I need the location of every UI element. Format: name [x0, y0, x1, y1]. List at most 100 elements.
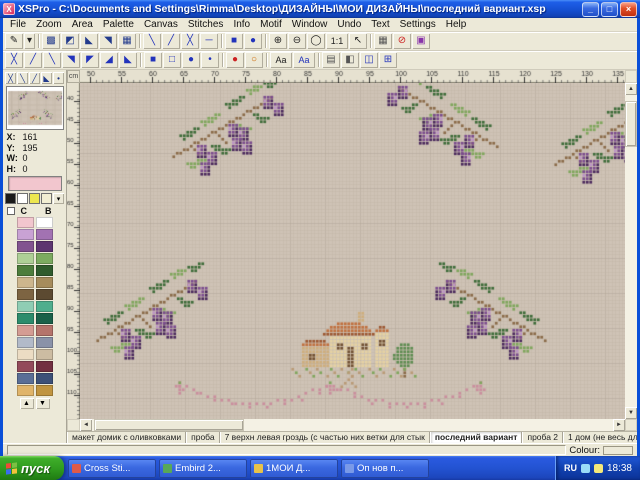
quarter-stitch-tool[interactable]: ◣ — [80, 33, 98, 49]
palette-swatch-c-14[interactable] — [17, 385, 34, 396]
mini-quarter-button[interactable]: ◣ — [41, 72, 52, 84]
full-stitch-tool[interactable]: ▩ — [42, 33, 60, 49]
scroll-up-button[interactable]: ▲ — [625, 83, 637, 95]
palette-swatch-c-10[interactable] — [17, 337, 34, 348]
small-knot-button[interactable]: • — [201, 52, 219, 68]
menu-help[interactable]: Help — [441, 19, 472, 30]
palette-scroll-up-button[interactable]: ▲ — [20, 398, 34, 409]
horizontal-scroll-track[interactable] — [92, 419, 613, 431]
large-knot-button[interactable]: ● — [182, 52, 200, 68]
palette-swatch-b-4[interactable] — [36, 265, 53, 276]
pencil-dropdown[interactable]: ▾ — [24, 33, 35, 49]
palette-swatch-c-3[interactable] — [17, 253, 34, 264]
task-button-3[interactable]: Оп нов п... — [341, 459, 429, 478]
horizontal-scroll-thumb[interactable] — [94, 419, 244, 431]
language-indicator[interactable]: RU — [564, 463, 577, 473]
palette-checkbox[interactable] — [7, 207, 15, 215]
red-knot-button[interactable]: ● — [226, 52, 244, 68]
palette-swatch-b-7[interactable] — [36, 301, 53, 312]
palette-swatch-b-14[interactable] — [36, 385, 53, 396]
palette-swatch-b-5[interactable] — [36, 277, 53, 288]
palette-swatch-b-8[interactable] — [36, 313, 53, 324]
motif-library-button[interactable]: ▣ — [412, 33, 430, 49]
mini-knot-button[interactable]: • — [53, 72, 64, 84]
half-stitch-tool[interactable]: ◩ — [61, 33, 79, 49]
zoom-in-button[interactable]: ⊕ — [269, 33, 287, 49]
palette-swatch-c-13[interactable] — [17, 373, 34, 384]
quick-swatch-2[interactable] — [29, 193, 40, 204]
menu-palette[interactable]: Palette — [98, 19, 139, 30]
three-quarter-stitch-tool[interactable]: ◥ — [99, 33, 117, 49]
backstitch-ne-tool[interactable]: ╱ — [162, 33, 180, 49]
orange-circle-button[interactable]: ○ — [245, 52, 263, 68]
vertical-scroll-track[interactable] — [625, 95, 637, 407]
backstitch-nw-tool[interactable]: ╲ — [143, 33, 161, 49]
palette-swatch-b-11[interactable] — [36, 349, 53, 360]
quarter-sw-button[interactable]: ◣ — [119, 52, 137, 68]
tab-3[interactable]: последний вариант — [430, 432, 523, 443]
palette-swatch-b-10[interactable] — [36, 337, 53, 348]
palette-swatch-c-7[interactable] — [17, 301, 34, 312]
quick-swatch-1[interactable] — [17, 193, 28, 204]
palette-swatch-b-12[interactable] — [36, 361, 53, 372]
task-button-1[interactable]: Embird 2... — [159, 459, 247, 478]
quarter-nw-button[interactable]: ◤ — [81, 52, 99, 68]
vertical-scroll-thumb[interactable] — [625, 101, 637, 147]
titlebar[interactable]: X XSPro - C:\Documents and Settings\Rimm… — [0, 0, 640, 18]
palette-swatch-b-9[interactable] — [36, 325, 53, 336]
menu-settings[interactable]: Settings — [395, 19, 441, 30]
palette-swatch-c-11[interactable] — [17, 349, 34, 360]
straight-stitch-tool[interactable]: ─ — [200, 33, 218, 49]
tab-2[interactable]: 7 верхн левая гроздь (с частью них ветки… — [220, 432, 430, 443]
zoom-out-button[interactable]: ⊖ — [288, 33, 306, 49]
menu-window[interactable]: Window — [287, 19, 333, 30]
tray-icon-1[interactable] — [581, 464, 590, 473]
task-button-0[interactable]: Cross Sti... — [68, 459, 156, 478]
text-style-button[interactable]: Aa — [293, 52, 315, 68]
tab-1[interactable]: проба — [186, 432, 219, 443]
solid-block-tool[interactable]: ■ — [225, 33, 243, 49]
palette-editor-button[interactable]: ▤ — [322, 52, 340, 68]
close-button[interactable]: × — [620, 2, 637, 17]
mini-cross-button[interactable]: ╳ — [5, 72, 16, 84]
menu-info[interactable]: Info — [228, 19, 255, 30]
tab-0[interactable]: макет домик с оливковками — [67, 432, 186, 443]
delete-tool[interactable]: ⊘ — [393, 33, 411, 49]
text-tool[interactable]: Aa — [270, 52, 292, 68]
export-stitch-button[interactable]: ◫ — [360, 52, 378, 68]
menu-area[interactable]: Area — [67, 19, 98, 30]
palette-swatch-c-5[interactable] — [17, 277, 34, 288]
menu-file[interactable]: File — [5, 19, 31, 30]
mini-backstitch-ne-button[interactable]: ╱ — [29, 72, 40, 84]
maximize-button[interactable]: □ — [601, 2, 618, 17]
start-button[interactable]: пуск — [0, 456, 64, 480]
quick-swatch-dropdown[interactable]: ▾ — [53, 193, 64, 204]
tray-icon-2[interactable] — [594, 464, 603, 473]
menu-motif[interactable]: Motif — [255, 19, 287, 30]
color-picker-button[interactable]: ◧ — [341, 52, 359, 68]
palette-swatch-c-12[interactable] — [17, 361, 34, 372]
scroll-left-button[interactable]: ◄ — [80, 419, 92, 431]
tab-5[interactable]: 1 дом (не весь для стыковки) — [563, 432, 637, 443]
grid-toggle-button[interactable]: ▦ — [374, 33, 392, 49]
menu-text[interactable]: Text — [366, 19, 394, 30]
design-canvas[interactable] — [80, 83, 625, 419]
outline-square-button[interactable]: □ — [163, 52, 181, 68]
pencil-tool[interactable]: ✎ — [5, 33, 23, 49]
minimize-button[interactable]: _ — [582, 2, 599, 17]
quarter-ne-button[interactable]: ◥ — [62, 52, 80, 68]
half-bottom-stitch-button[interactable]: ╲ — [43, 52, 61, 68]
menu-stitches[interactable]: Stitches — [183, 19, 229, 30]
tab-4[interactable]: проба 2 — [522, 432, 563, 443]
palette-swatch-c-0[interactable] — [17, 217, 34, 228]
horizontal-scrollbar[interactable]: ◄ ► — [80, 419, 625, 431]
palette-swatch-b-1[interactable] — [36, 229, 53, 240]
palette-scroll-down-button[interactable]: ▼ — [36, 398, 50, 409]
palette-swatch-c-4[interactable] — [17, 265, 34, 276]
french-knot-tool[interactable]: ● — [244, 33, 262, 49]
scroll-right-button[interactable]: ► — [613, 419, 625, 431]
import-stitch-button[interactable]: ⊞ — [379, 52, 397, 68]
menu-canvas[interactable]: Canvas — [139, 19, 183, 30]
cross-stitch-button[interactable]: ╳ — [5, 52, 23, 68]
palette-swatch-c-1[interactable] — [17, 229, 34, 240]
